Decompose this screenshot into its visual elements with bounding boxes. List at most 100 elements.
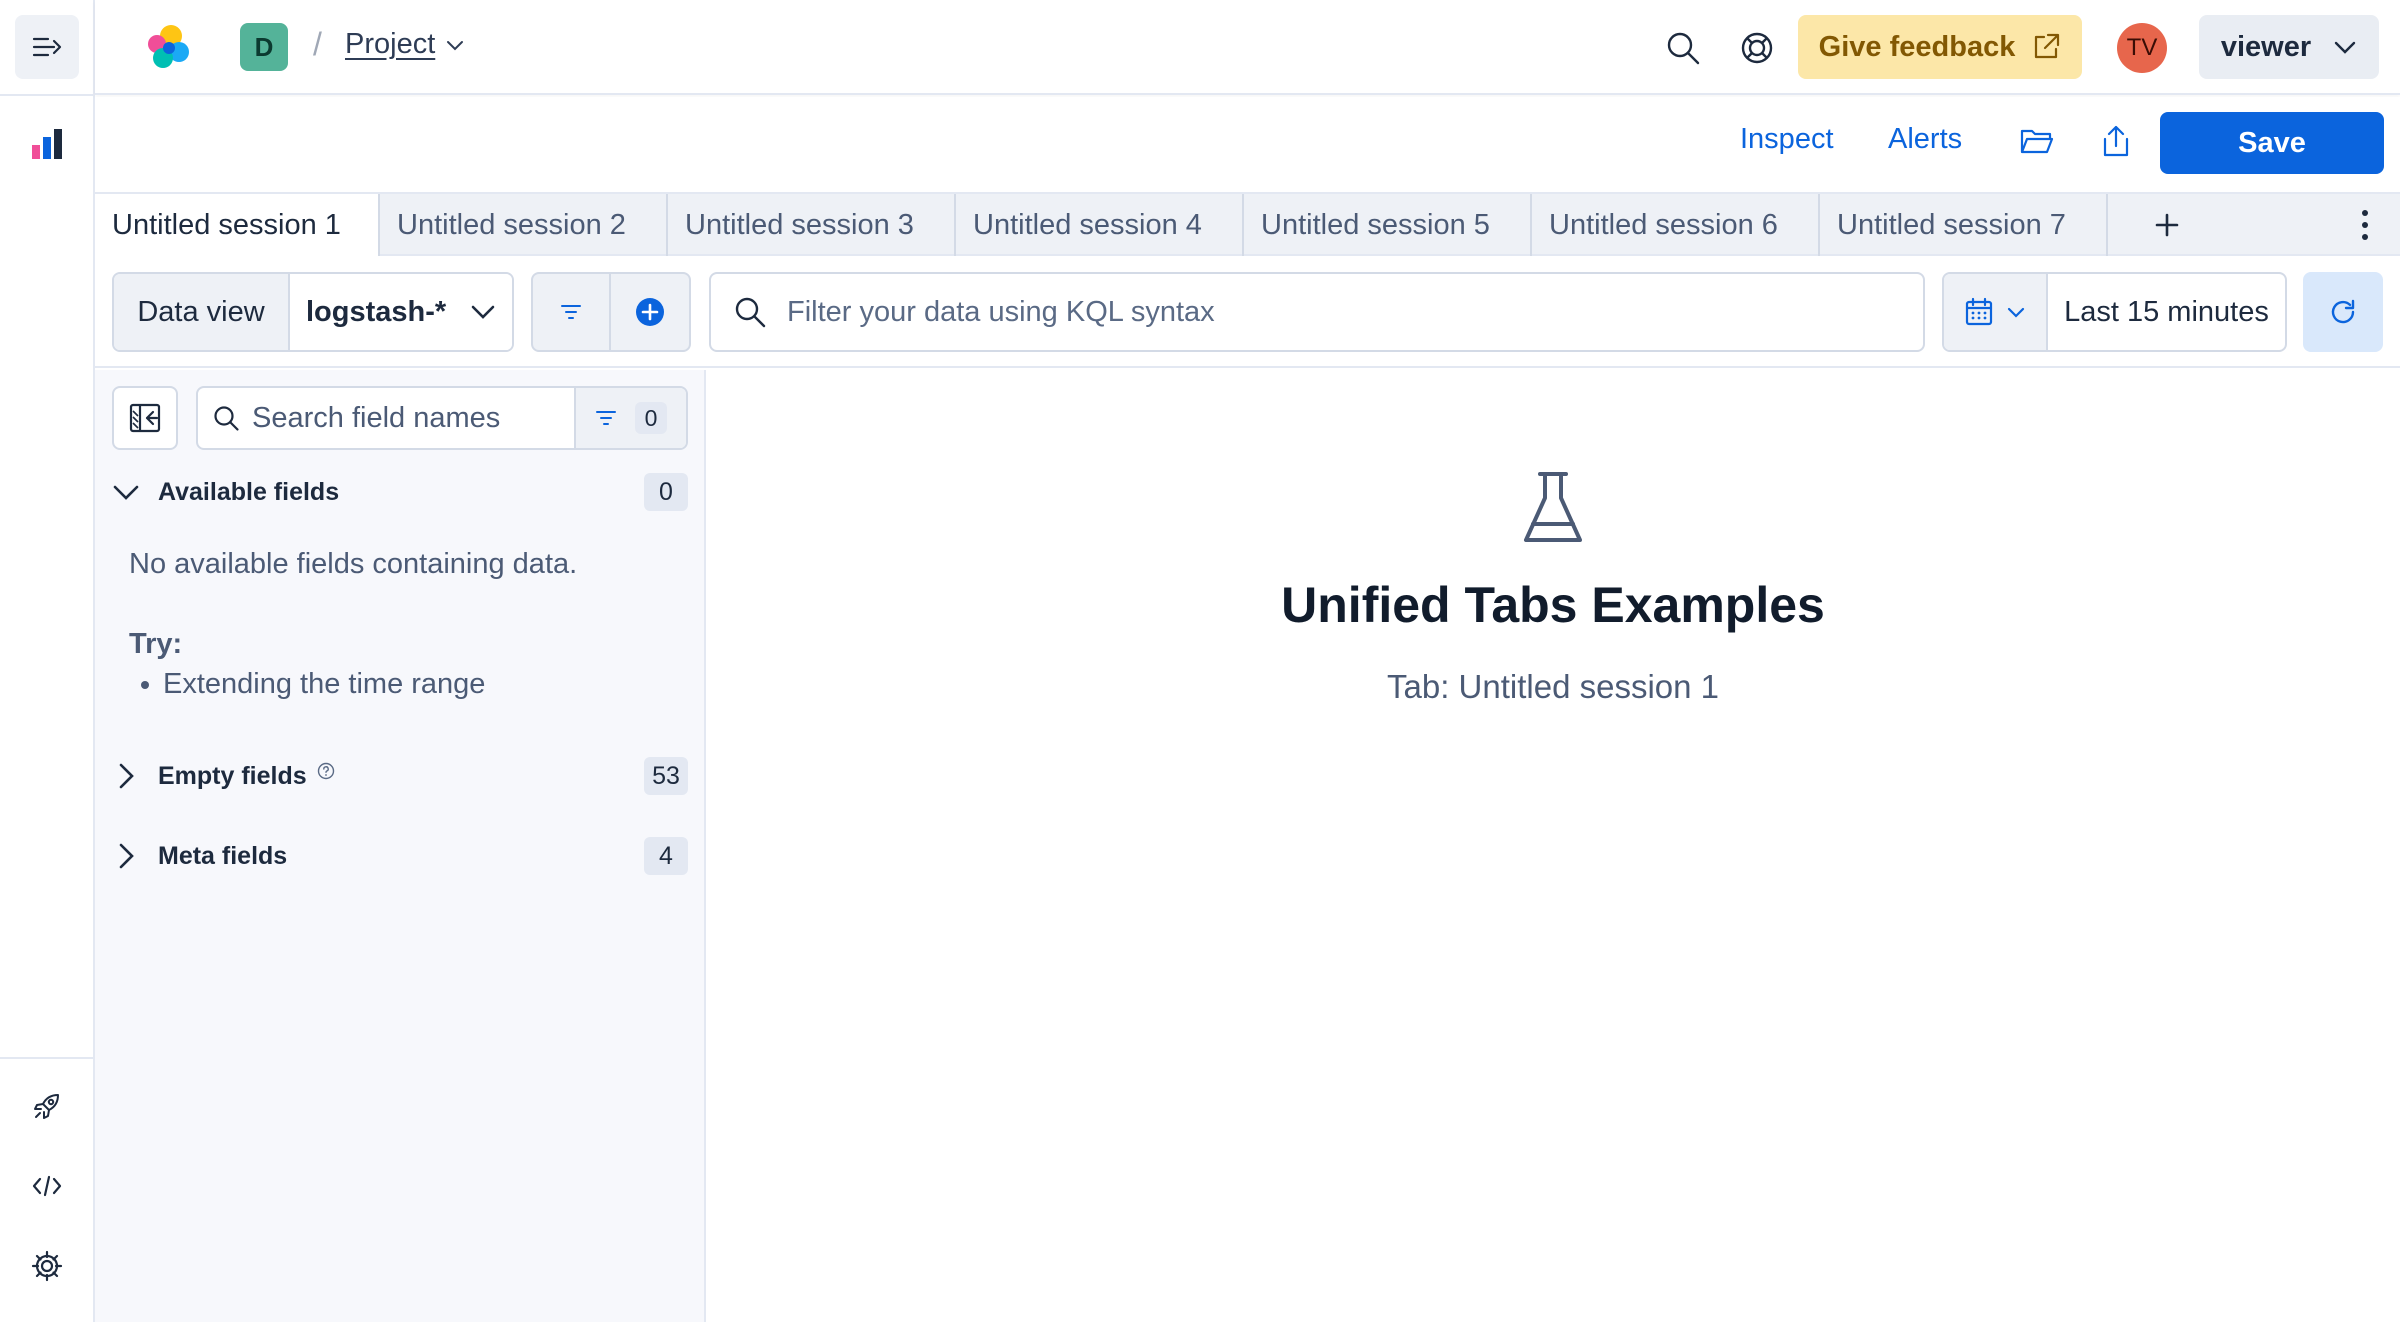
data-view-value: logstash-* [306, 295, 447, 328]
alerts-button[interactable]: Alerts [1888, 123, 1962, 156]
data-view-picker: Data view logstash-* [112, 272, 514, 352]
role-selector[interactable]: viewer [2199, 15, 2379, 79]
tabs-menu-button[interactable] [2335, 194, 2395, 256]
page-title: Unified Tabs Examples [1281, 577, 1825, 633]
settings-button[interactable] [15, 1234, 79, 1298]
getting-started-button[interactable] [15, 1074, 79, 1138]
query-bar: Data view logstash-* Filter your data us… [95, 256, 2400, 368]
question-circle-icon[interactable] [317, 762, 335, 780]
meta-fields-title: Meta fields [158, 841, 288, 870]
active-tab-subtitle: Tab: Untitled session 1 [1386, 668, 1719, 705]
filter-menu-button[interactable] [533, 274, 612, 350]
tab-untitled-session-7[interactable]: Untitled session 7 [1820, 194, 2108, 256]
breadcrumb-project-label: Project [345, 28, 436, 60]
global-search-button[interactable] [1655, 20, 1711, 76]
try-label: Try: [129, 628, 183, 660]
chevron-down-icon [112, 482, 140, 502]
kql-query-field [709, 272, 1925, 352]
space-avatar[interactable]: D [240, 23, 288, 71]
save-button[interactable]: Save [2160, 112, 2384, 174]
share-upload-icon [2101, 124, 2131, 158]
chevron-down-icon [2334, 41, 2356, 54]
external-link-icon [2035, 33, 2060, 59]
menu-expand-icon [32, 35, 62, 59]
help-lifebuoy-icon [1739, 30, 1775, 66]
field-filter-count: 0 [635, 402, 667, 434]
meta-fields-accordion[interactable]: Meta fields 4 [112, 834, 688, 878]
chevron-right-icon [112, 842, 140, 870]
empty-fields-accordion[interactable]: Empty fields 53 [112, 754, 688, 798]
filter-lines-icon [595, 410, 617, 426]
quick-date-menu-button[interactable] [1944, 274, 2048, 350]
breadcrumb-project[interactable]: Project [345, 28, 465, 61]
discover-app-button[interactable] [15, 112, 79, 176]
open-session-button[interactable] [2009, 113, 2065, 169]
chevron-down-icon [447, 40, 464, 50]
meta-fields-count: 4 [644, 837, 688, 875]
breadcrumb-separator: / [313, 26, 322, 62]
add-tab-button[interactable] [2137, 194, 2197, 256]
code-icon [32, 1174, 62, 1198]
user-avatar[interactable]: TV [2117, 23, 2167, 73]
search-icon [733, 295, 767, 329]
give-feedback-label: Give feedback [1818, 30, 2016, 63]
field-type-filter-button[interactable]: 0 [574, 388, 686, 448]
sidebar-collapse-icon [129, 403, 161, 433]
chevron-down-icon [471, 305, 495, 319]
gear-icon [31, 1250, 63, 1282]
plus-circle-icon [634, 296, 666, 328]
tab-untitled-session-6[interactable]: Untitled session 6 [1532, 194, 1820, 256]
rail-divider [0, 1057, 95, 1059]
flask-icon [1520, 470, 1586, 546]
folder-open-icon [2020, 126, 2054, 156]
search-icon [1665, 30, 1701, 66]
plus-icon [2155, 213, 2179, 237]
field-list-sidebar: 0 Available fields 0 No available fields… [95, 370, 706, 1322]
time-range-label[interactable]: Last 15 minutes [2048, 274, 2285, 350]
calendar-icon [1964, 297, 1994, 327]
main-content: Unified Tabs Examples Tab: Untitled sess… [706, 370, 2400, 1322]
rocket-icon [32, 1091, 62, 1121]
tab-untitled-session-4[interactable]: Untitled session 4 [956, 194, 1244, 256]
filter-controls [531, 272, 691, 352]
chevron-down-icon [2006, 305, 2026, 319]
collapse-sidebar-button[interactable] [112, 386, 178, 450]
tab-untitled-session-2[interactable]: Untitled session 2 [380, 194, 668, 256]
side-nav-rail [0, 0, 95, 1322]
more-vertical-icon [2360, 209, 2370, 241]
give-feedback-button[interactable]: Give feedback [1798, 15, 2082, 79]
share-button[interactable] [2088, 113, 2144, 169]
help-button[interactable] [1729, 20, 1785, 76]
discover-app-icon [30, 127, 64, 161]
top-header: D / Project Give feedback TV viewer [95, 0, 2400, 95]
available-fields-title: Available fields [158, 477, 340, 506]
inspect-button[interactable]: Inspect [1740, 123, 1834, 156]
empty-fields-count: 53 [644, 757, 688, 795]
filter-lines-icon [560, 304, 582, 320]
available-fields-accordion[interactable]: Available fields 0 [112, 470, 688, 514]
add-filter-button[interactable] [611, 274, 689, 350]
field-search: 0 [196, 386, 688, 450]
data-view-label: Data view [114, 274, 290, 350]
chevron-right-icon [112, 762, 140, 790]
tab-untitled-session-1[interactable]: Untitled session 1 [95, 194, 380, 256]
refresh-icon [2328, 297, 2358, 327]
data-view-select[interactable]: logstash-* [290, 274, 512, 350]
tab-untitled-session-5[interactable]: Untitled session 5 [1244, 194, 1532, 256]
no-fields-message: No available fields containing data. [129, 548, 578, 580]
kql-query-input[interactable] [787, 295, 1887, 329]
role-label: viewer [2220, 30, 2312, 63]
menu-expand-button[interactable] [15, 15, 79, 79]
developer-tools-button[interactable] [15, 1154, 79, 1218]
rail-divider [0, 94, 95, 96]
session-tabs-bar: Untitled session 1 Untitled session 2 Un… [95, 192, 2400, 256]
field-search-input[interactable] [252, 401, 552, 435]
bullet-dot [141, 680, 149, 689]
try-suggestion-item: Extending the time range [141, 668, 485, 701]
available-fields-count: 0 [644, 473, 688, 511]
tab-untitled-session-3[interactable]: Untitled session 3 [668, 194, 956, 256]
elastic-logo[interactable] [141, 20, 195, 74]
refresh-button[interactable] [2303, 272, 2383, 352]
time-picker: Last 15 minutes [1942, 272, 2287, 352]
app-toolbar: Inspect Alerts Save [95, 97, 2400, 192]
